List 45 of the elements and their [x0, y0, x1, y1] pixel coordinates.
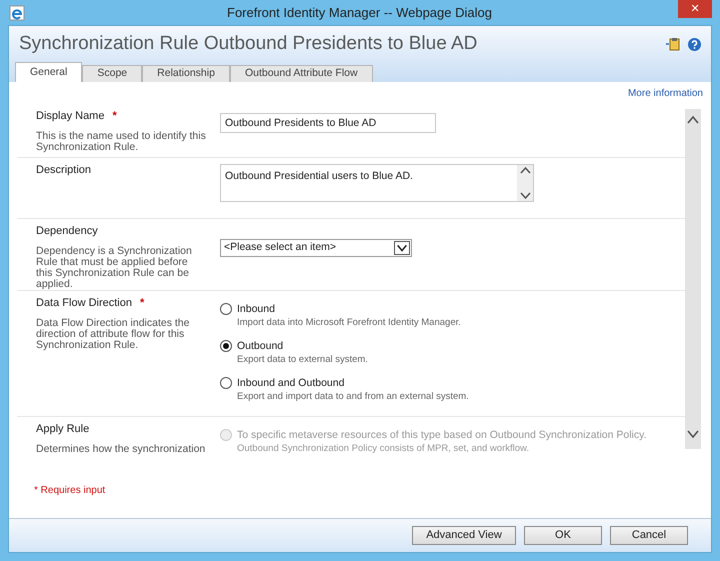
field-label: Apply Rule: [36, 422, 90, 437]
field-label: Dependency: [36, 224, 98, 239]
scroll-up-icon[interactable]: [687, 115, 699, 124]
field-label: Data Flow Direction: [36, 296, 132, 311]
more-information-link[interactable]: More information: [628, 86, 703, 101]
radio-description: Export and import data to and from an external system.: [237, 390, 469, 403]
dialog-button[interactable]: OK: [524, 526, 602, 545]
close-button[interactable]: ✕: [678, 0, 712, 18]
radio-button[interactable]: [220, 303, 232, 315]
page-title: Synchronization Rule Outbound Presidents to Blue AD: [19, 32, 478, 56]
tab[interactable]: General: [15, 62, 82, 82]
browser-icon: [9, 4, 25, 20]
required-note: * Requires input: [33, 484, 106, 498]
radio-button[interactable]: [220, 340, 232, 352]
scroll-up-icon[interactable]: [520, 166, 530, 174]
field-label: Description: [36, 163, 92, 178]
dialog-button[interactable]: Advanced View: [412, 526, 516, 545]
scroll-down-icon[interactable]: [520, 192, 530, 200]
field-label: Display Name: [36, 109, 104, 124]
display-name-field[interactable]: Outbound Presidents to Blue AD: [220, 113, 436, 133]
window-title: Forefront Identity Manager -- Webpage Dialog: [226, 4, 493, 22]
tab[interactable]: Outbound Attribute Flow: [230, 65, 373, 82]
radio-label: Outbound: [237, 340, 284, 353]
field-help: Determines how the synchronization: [36, 444, 206, 454]
clipboard-icon[interactable]: [666, 37, 680, 51]
scroll-down-icon[interactable]: [687, 430, 699, 439]
tab[interactable]: Relationship: [142, 65, 230, 82]
required-mark: *: [112, 109, 117, 124]
required-mark: *: [140, 296, 144, 311]
dependency-dropdown[interactable]: <Please select an item>: [220, 239, 412, 257]
radio-description: Import data into Microsoft Forefront Identity Manager.: [237, 316, 461, 329]
radio-label: Inbound and Outbound: [237, 377, 346, 390]
description-field[interactable]: Outbound Presidential users to Blue AD.: [220, 164, 534, 202]
radio-label: Inbound: [237, 303, 276, 316]
field-help: Dependency is a Synchronization Rule that must be applied before this Synchronization Rule can be applied.: [36, 246, 193, 290]
help-icon[interactable]: [688, 38, 701, 50]
radio-label: To specific metaverse resources of this type based on Outbound Synchronization Policy.: [237, 429, 647, 442]
dialog-button[interactable]: Cancel: [610, 526, 688, 545]
scrollbar[interactable]: [685, 109, 701, 449]
radio-button[interactable]: [220, 377, 232, 389]
field-help: Data Flow Direction indicates the direction of attribute flow for this Synchronization Rule.: [36, 318, 190, 350]
radio-description: Export data to external system.: [237, 353, 368, 366]
tab[interactable]: Scope: [82, 65, 142, 82]
field-help: This is the name used to identify this Synchronization Rule.: [36, 130, 206, 152]
radio-description: Outbound Synchronization Policy consists of MPR, set, and workflow.: [237, 442, 530, 455]
